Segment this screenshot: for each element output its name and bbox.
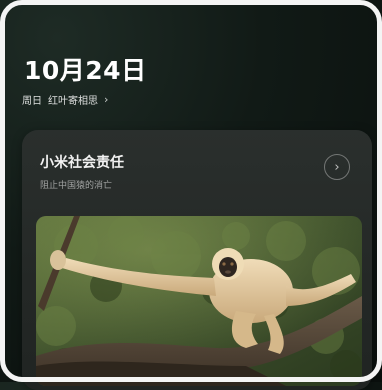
date-subline[interactable]: 周日 红叶寄相思 › [22, 92, 108, 107]
weekday-label: 周日 [22, 96, 42, 107]
feature-card[interactable]: 小米社会责任 阻止中国猿的消亡 › [22, 130, 372, 390]
gibbon-illustration [36, 216, 362, 386]
lockscreen-date: 10月24日 [24, 56, 147, 85]
card-subtitle: 阻止中国猿的消亡 [40, 181, 113, 191]
chevron-right-icon: › [334, 159, 340, 175]
event-label[interactable]: 红叶寄相思 [48, 92, 98, 107]
chevron-right-icon: › [104, 93, 109, 106]
gibbon-photo[interactable] [36, 216, 362, 386]
card-next-button[interactable]: › [324, 154, 350, 180]
card-title: 小米社会责任 [40, 155, 124, 171]
